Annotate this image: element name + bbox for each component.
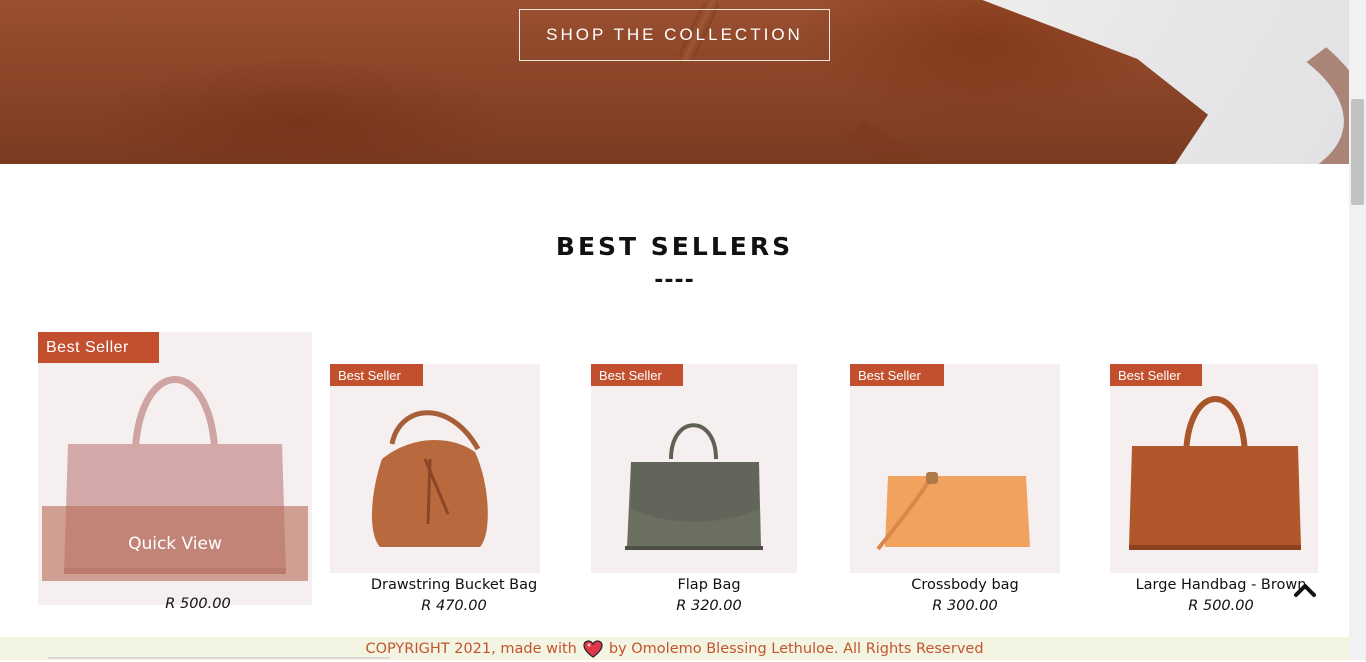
product-price: R 300.00 [932,598,998,614]
product-price: R 320.00 [676,598,742,614]
product-card[interactable]: Best Seller Crossbody bag R 300.00 [850,364,1060,614]
product-image[interactable] [591,364,797,573]
product-image[interactable] [330,364,540,573]
best-seller-badge: Best Seller [850,364,944,386]
large-handbag-image [1129,396,1301,550]
product-name[interactable]: Flap Bag [591,577,827,593]
product-image[interactable] [850,364,1060,573]
product-card[interactable]: Best Seller Drawstring Bucket Bag R 470.… [330,364,540,614]
bucket-bag-image [371,410,488,547]
quick-view-button[interactable]: Quick View [42,506,308,581]
product-name[interactable]: Crossbody bag [850,577,1080,593]
best-seller-badge: Best Seller [330,364,423,386]
product-image[interactable] [1110,364,1318,573]
heart-icon [583,639,603,658]
footer-divider [48,657,390,659]
title-divider: ---- [654,268,695,293]
copyright-prefix: COPYRIGHT 2021, made with [365,640,577,657]
chevron-up-icon [1294,584,1316,597]
best-sellers-title: BEST SELLERS [555,232,794,261]
product-name[interactable]: Drawstring Bucket Bag [330,577,578,593]
product-price: R 470.00 [421,598,487,614]
scrollbar-thumb[interactable] [1351,99,1364,205]
flap-bag-image [625,423,763,550]
best-seller-badge: Best Seller [591,364,683,386]
copyright-suffix: by Omolemo Blessing Lethuloe. All Rights… [608,640,984,657]
crossbody-bag-image [876,472,1030,551]
product-card[interactable]: Best Seller Large Handbag - Brown R 500.… [1110,364,1318,614]
best-seller-badge: Best Seller [38,332,159,363]
scroll-to-top-button[interactable] [1293,578,1317,602]
hero-bag-strap [784,0,1349,164]
hero-banner: SHOP THE COLLECTION [0,0,1349,164]
product-card[interactable]: Best Seller Flap Bag R 320.00 [591,364,797,614]
best-seller-badge: Best Seller [1110,364,1202,386]
shop-collection-button[interactable]: SHOP THE COLLECTION [519,9,830,61]
product-price: R 500.00 [165,596,231,612]
